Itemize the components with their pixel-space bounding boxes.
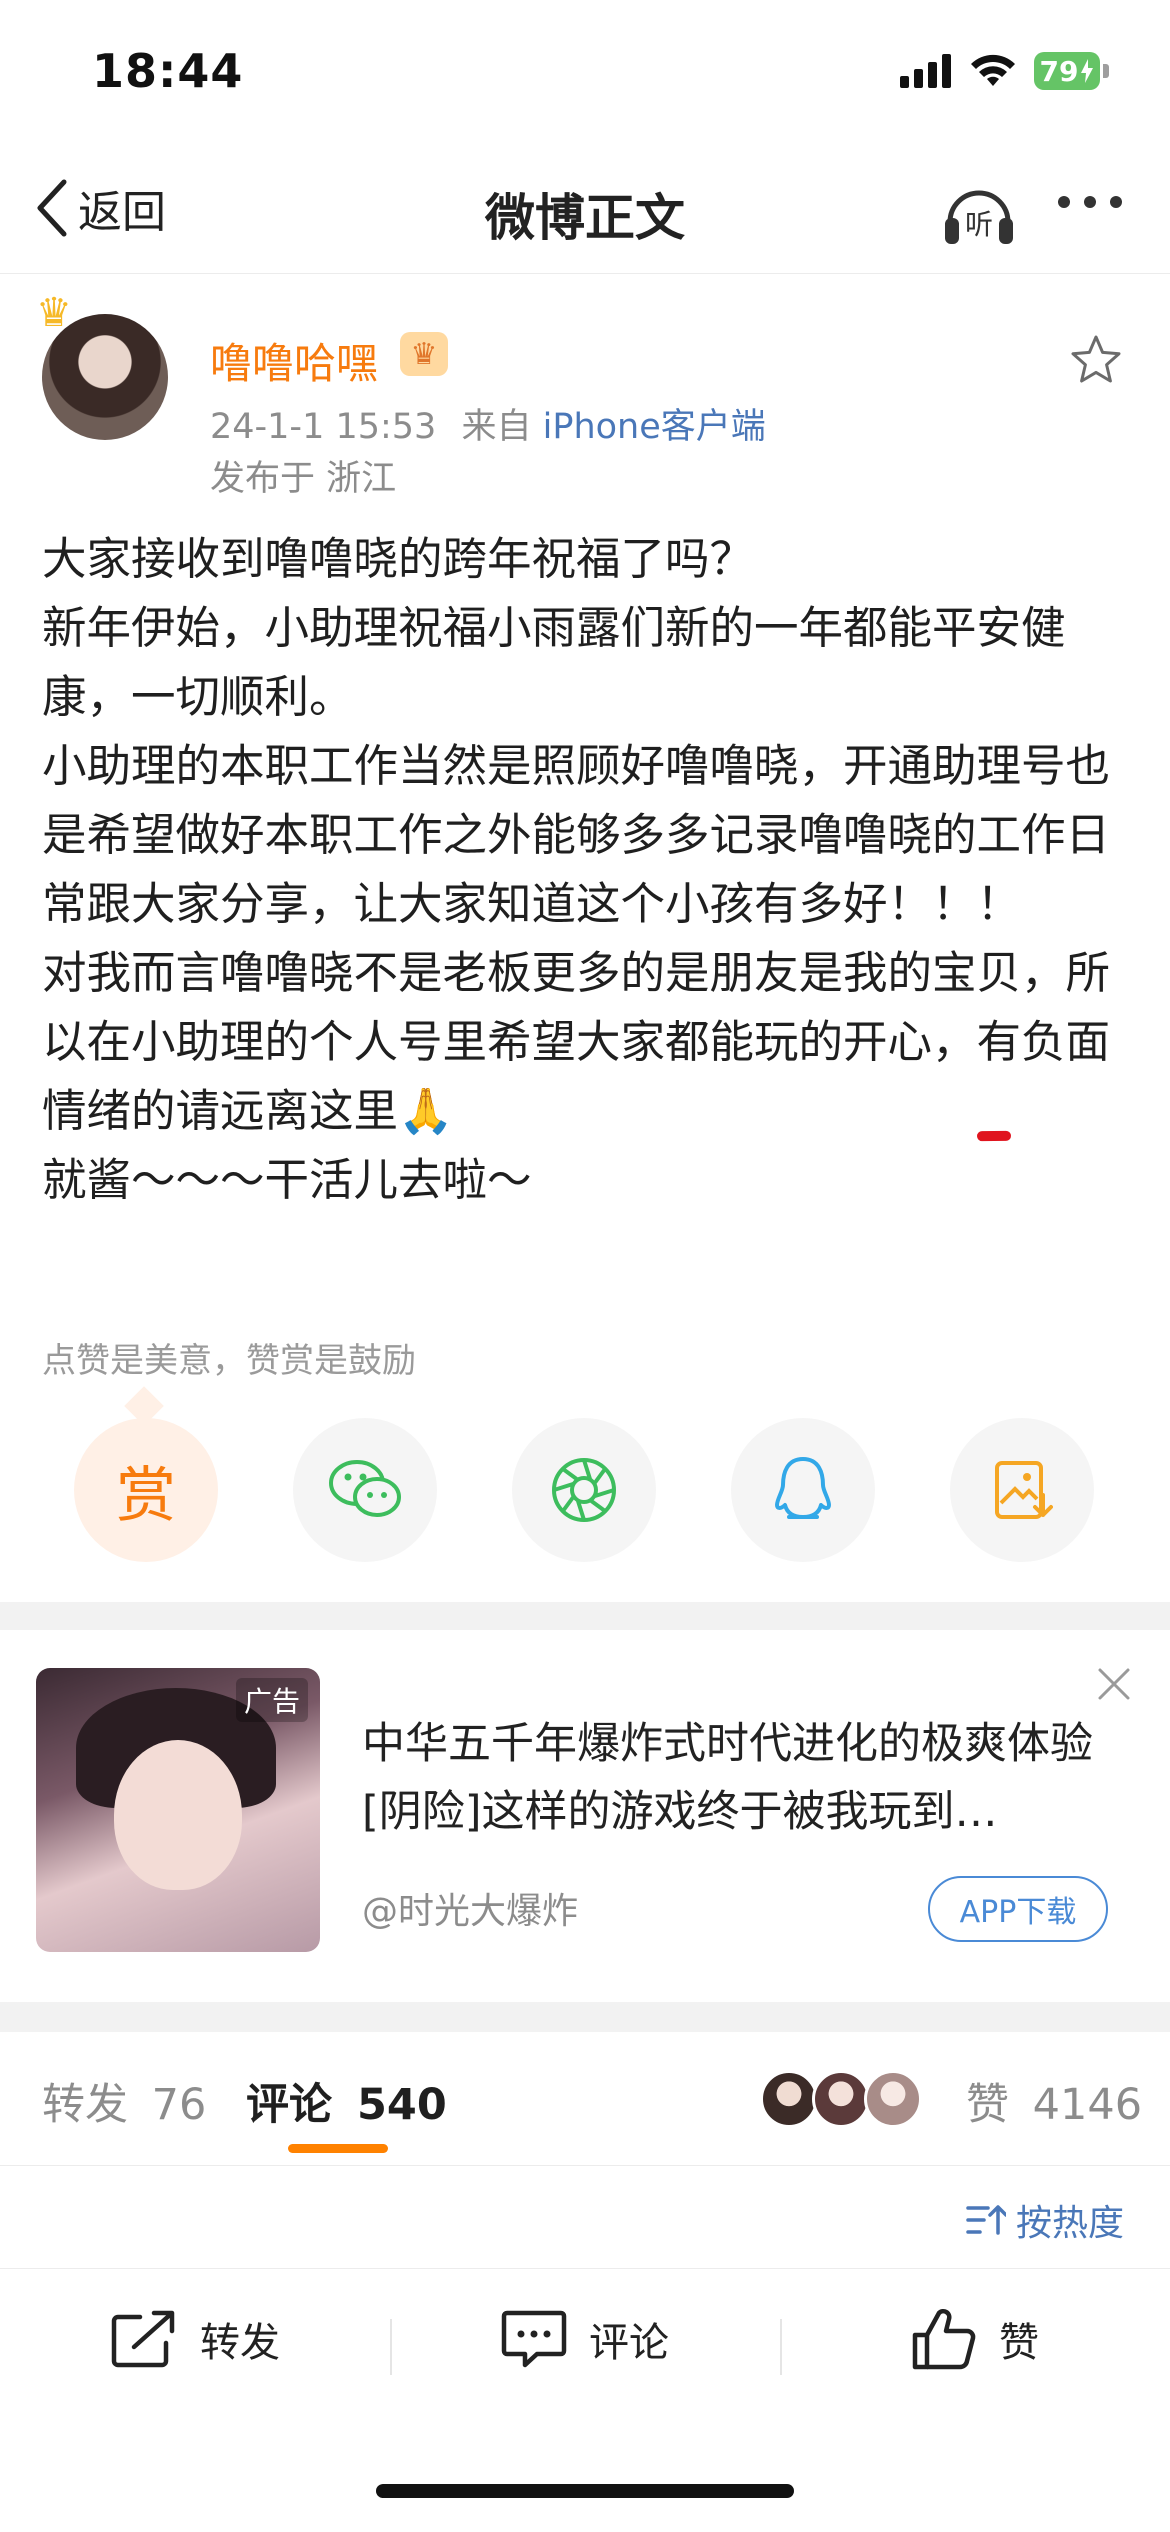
avatar xyxy=(864,2070,922,2128)
moments-icon xyxy=(552,1458,616,1522)
comment-icon xyxy=(501,2310,567,2367)
tab-forwards-count: 76 xyxy=(151,2080,207,2130)
section-divider xyxy=(0,2002,1170,2032)
liker-avatars[interactable] xyxy=(760,2070,922,2128)
listen-label: 听 xyxy=(965,208,993,241)
wechat-icon xyxy=(329,1460,401,1517)
like-label: 赞 xyxy=(999,2319,1039,2366)
save-image-icon xyxy=(995,1461,1053,1519)
active-tab-indicator xyxy=(288,2144,388,2153)
share-row: 赏 xyxy=(74,1418,1094,1562)
post-location: 发布于 浙江 xyxy=(210,459,397,499)
ad-close-button[interactable] xyxy=(1096,1666,1132,1706)
post-paragraph: 小助理的本职工作当然是照顾好噜噜晓，开通助理号也是希望做好本职工作之外能够多多记… xyxy=(42,741,1111,930)
battery-icon: 79 xyxy=(1034,52,1109,90)
comment-button[interactable]: 评论 xyxy=(390,2269,780,2408)
interaction-tabs: 转发 76 评论 540 赞 4146 xyxy=(0,2032,1170,2166)
tab-comments-count: 540 xyxy=(356,2080,447,2130)
close-icon xyxy=(1098,1668,1130,1700)
like-button[interactable]: 赞 xyxy=(780,2269,1170,2408)
post-content: 大家接收到噜噜晓的跨年祝福了吗？ 新年伊始，小助理祝福小雨露们新的一年都能平安健… xyxy=(42,525,1132,1215)
tab-forwards-label: 转发 xyxy=(42,2080,128,2130)
reward-icon: 赏 xyxy=(116,1460,176,1531)
source-prefix: 来自 xyxy=(461,407,532,447)
share-moments-button[interactable] xyxy=(512,1418,656,1562)
vip-badge-icon[interactable]: ♛ xyxy=(400,332,448,376)
post-paragraph: 大家接收到噜噜晓的跨年祝福了吗？ xyxy=(42,534,755,585)
favorite-button[interactable] xyxy=(1070,334,1122,390)
charging-bolt-icon xyxy=(1081,59,1094,83)
crown-icon: ♛ xyxy=(36,290,72,336)
share-wechat-button[interactable] xyxy=(293,1418,437,1562)
ad-author[interactable]: @时光大爆炸 xyxy=(362,1882,578,1934)
post-time: 24-1-1 15:53 xyxy=(210,407,437,447)
status-time: 18:44 xyxy=(92,44,244,98)
bottom-action-bar: 转发 评论 赞 xyxy=(0,2268,1170,2408)
sort-icon xyxy=(966,2205,1006,2235)
nav-bar: 返回 微博正文 听 xyxy=(0,150,1170,274)
tab-likes-label: 赞 xyxy=(966,2080,1009,2130)
tab-likes-count: 4146 xyxy=(1032,2080,1143,2130)
forward-icon xyxy=(111,2310,175,2367)
listen-button[interactable]: 听 xyxy=(940,174,1018,256)
post-text: 对我而言噜噜晓不是老板更多的是朋友是我的宝贝，所以在小助理的个人号里希望大家都能… xyxy=(42,948,1111,1068)
save-image-button[interactable] xyxy=(950,1418,1094,1562)
share-qq-button[interactable] xyxy=(731,1418,875,1562)
reward-hint: 点赞是美意，赞赏是鼓励 xyxy=(42,1341,416,1381)
qq-icon xyxy=(775,1457,831,1519)
author-name[interactable]: 噜噜哈嘿 xyxy=(210,330,378,391)
avatar xyxy=(760,2070,818,2128)
post-source[interactable]: iPhone客户端 xyxy=(543,407,766,447)
sort-by-popularity-button[interactable]: 按热度 xyxy=(966,2194,1124,2246)
thumbs-up-icon xyxy=(912,2308,976,2369)
section-divider xyxy=(0,1602,1170,1630)
battery-level: 79 xyxy=(1039,54,1079,88)
forward-label: 转发 xyxy=(200,2319,280,2366)
tab-forwards[interactable]: 转发 76 xyxy=(42,2070,206,2132)
headphones-icon: 听 xyxy=(945,190,1013,244)
ad-image[interactable]: 广告 xyxy=(36,1668,320,1952)
avatar xyxy=(812,2070,870,2128)
post-paragraph: 对我而言噜噜晓不是老板更多的是朋友是我的宝贝，所以在小助理的个人号里希望大家都能… xyxy=(42,939,1132,1146)
pray-emoji: 🙏 xyxy=(398,1086,454,1137)
ad-text[interactable]: 中华五千年爆炸式时代进化的极爽体验[阴险]这样的游戏终于被我玩到… xyxy=(362,1710,1122,1846)
comment-label: 评论 xyxy=(589,2319,669,2366)
tab-comments-label: 评论 xyxy=(246,2080,332,2130)
tab-comments[interactable]: 评论 540 xyxy=(246,2070,447,2132)
tab-likes[interactable]: 赞 4146 xyxy=(966,2070,1142,2132)
app-download-button[interactable]: APP下载 xyxy=(928,1876,1108,1942)
signal-icon xyxy=(900,54,951,88)
home-indicator xyxy=(376,2484,794,2498)
post-meta: 24-1-1 15:53 来自 iPhone客户端 xyxy=(210,398,766,449)
sort-label: 按热度 xyxy=(1015,2203,1124,2244)
post-paragraph: 就酱～～～干活儿去啦～ xyxy=(42,1155,532,1206)
sort-row: 按热度 xyxy=(0,2166,1170,2266)
status-bar: 18:44 79 xyxy=(0,0,1170,150)
post-paragraph: 新年伊始，小助理祝福小雨露们新的一年都能平安健康，一切顺利。 xyxy=(42,603,1066,723)
more-icon[interactable] xyxy=(1058,196,1122,208)
forward-button[interactable]: 转发 xyxy=(0,2269,390,2408)
reward-button[interactable]: 赏 xyxy=(74,1418,218,1562)
ad-tag: 广告 xyxy=(235,1678,308,1722)
star-icon xyxy=(1071,335,1121,383)
status-icons: 79 xyxy=(900,52,1109,90)
wifi-icon xyxy=(971,54,1015,86)
